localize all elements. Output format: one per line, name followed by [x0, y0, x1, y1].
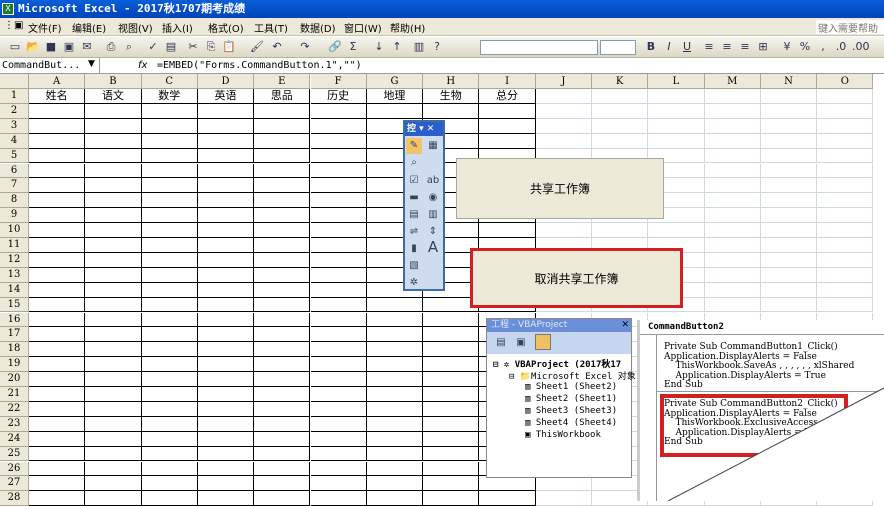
page-curl: [667, 387, 884, 501]
